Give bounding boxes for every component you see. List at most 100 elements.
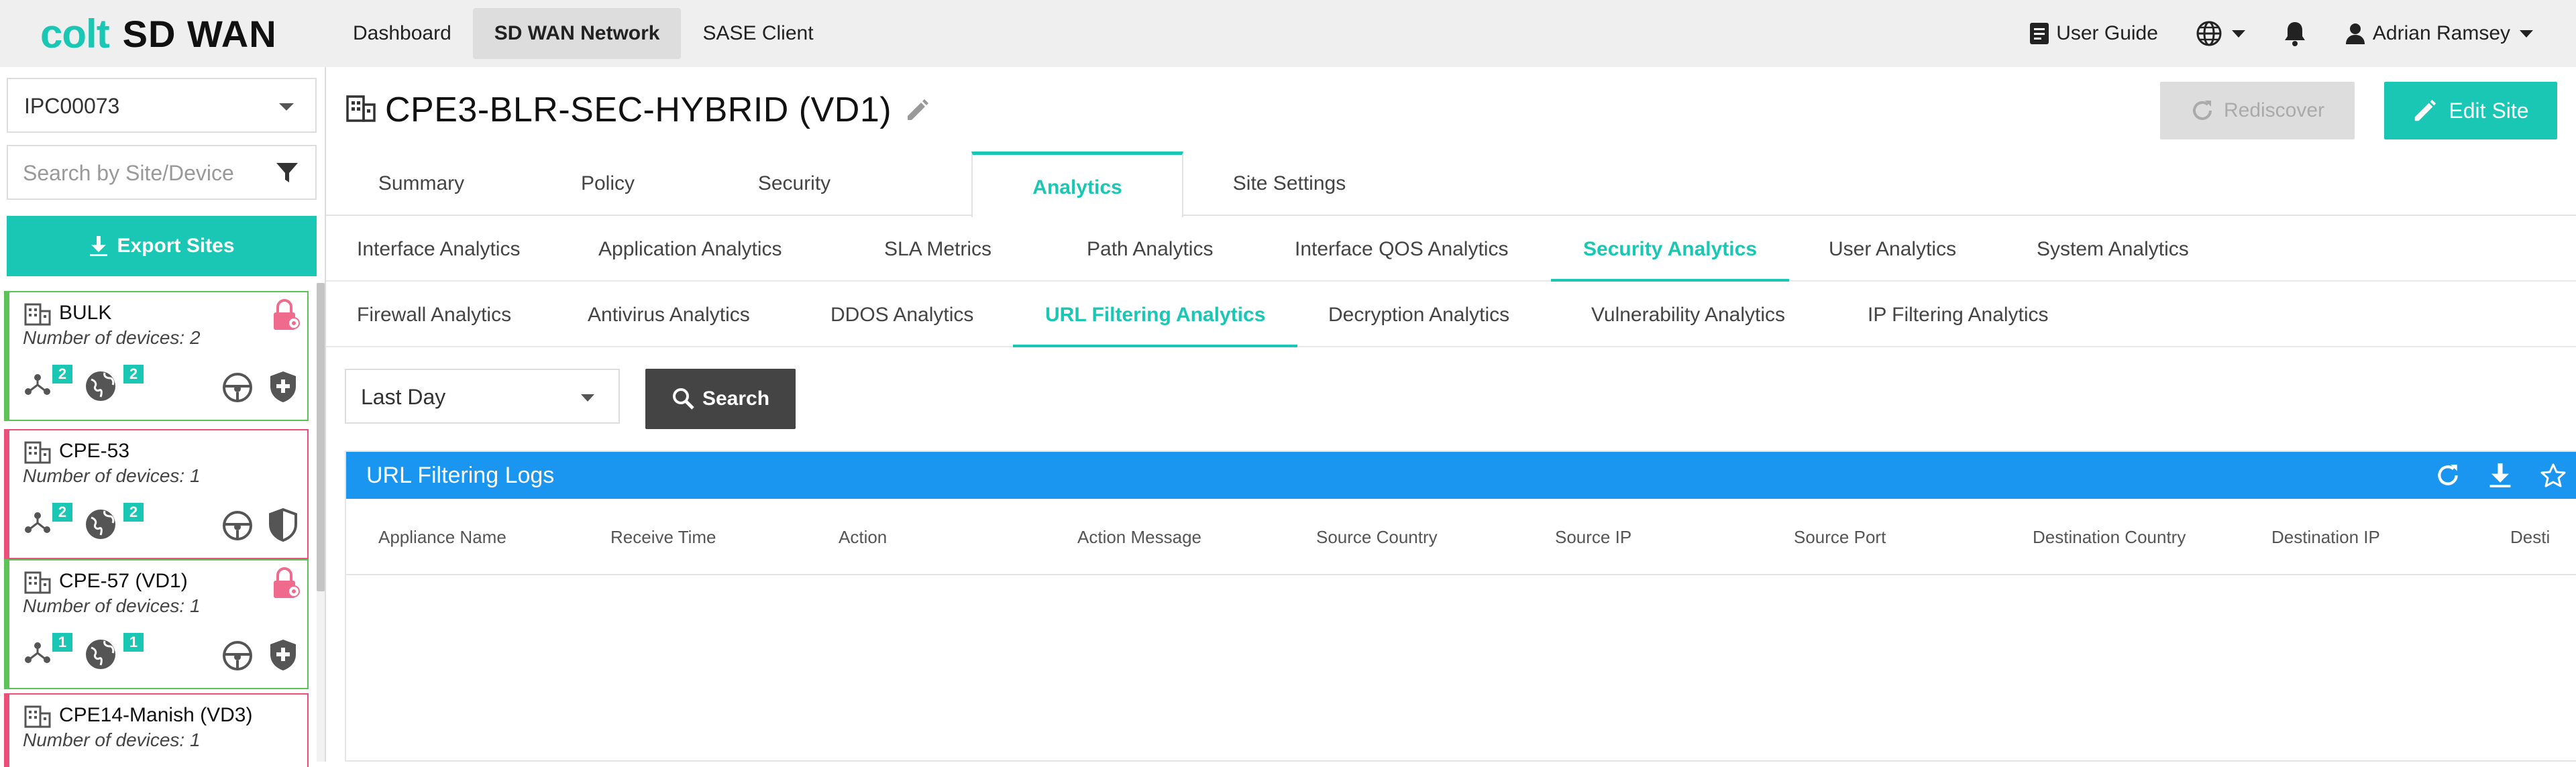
column-destination-truncated[interactable]: Desti <box>2510 499 2550 574</box>
top-right-controls: User Guide Adrian Ramsey <box>1992 0 2533 67</box>
building-icon <box>24 441 51 467</box>
tenant-select[interactable]: IPC00073 <box>7 78 317 133</box>
steering-wheel-icon <box>221 640 254 675</box>
rediscover-label: Rediscover <box>2223 99 2325 121</box>
chevron-down-icon <box>279 103 294 111</box>
lock-icon <box>271 567 301 603</box>
rediscover-button[interactable]: Rediscover <box>2160 82 2355 139</box>
colt-logo[interactable]: colt SD WAN <box>40 11 277 56</box>
security-analytics-tabs: Firewall Analytics Antivirus Analytics D… <box>326 283 2576 347</box>
main-nav: Dashboard SD WAN Network SASE Client <box>331 8 835 59</box>
shield-plus-icon <box>268 370 298 407</box>
nav-sd-wan-network[interactable]: SD WAN Network <box>472 8 682 59</box>
user-menu[interactable]: Adrian Ramsey <box>2345 22 2533 45</box>
site-name: BULK <box>59 302 112 324</box>
tab-policy[interactable]: Policy <box>527 152 688 216</box>
topology-icon <box>24 641 51 667</box>
column-destination-country[interactable]: Destination Country <box>2033 499 2186 574</box>
tab-interface-qos-analytics[interactable]: Interface QOS Analytics <box>1295 217 1508 282</box>
column-source-port[interactable]: Source Port <box>1794 499 1886 574</box>
column-source-country[interactable]: Source Country <box>1316 499 1438 574</box>
column-action-message[interactable]: Action Message <box>1077 499 1201 574</box>
building-icon <box>24 705 51 731</box>
column-appliance-name[interactable]: Appliance Name <box>378 499 506 574</box>
tab-path-analytics[interactable]: Path Analytics <box>1087 217 1213 282</box>
tab-sla-metrics[interactable]: SLA Metrics <box>884 217 991 282</box>
tab-url-filtering-analytics[interactable]: URL Filtering Analytics <box>1013 283 1298 347</box>
tab-security[interactable]: Security <box>714 152 875 216</box>
nav-dashboard[interactable]: Dashboard <box>331 8 473 59</box>
topology-count-badge: 2 <box>52 503 72 522</box>
tab-firewall-analytics[interactable]: Firewall Analytics <box>357 283 511 347</box>
tab-system-analytics[interactable]: System Analytics <box>2037 217 2189 282</box>
globe-icon <box>85 370 117 406</box>
tab-site-settings[interactable]: Site Settings <box>1209 152 1370 216</box>
edit-site-button[interactable]: Edit Site <box>2384 82 2557 139</box>
steering-wheel-icon <box>221 510 254 545</box>
user-name: Adrian Ramsey <box>2372 22 2510 44</box>
top-navigation-bar: colt SD WAN Dashboard SD WAN Network SAS… <box>0 0 2576 67</box>
url-filtering-logs-panel: URL Filtering Logs Appliance Name Receiv… <box>345 451 2576 762</box>
topology-count-badge: 1 <box>52 633 72 652</box>
tab-ddos-analytics[interactable]: DDOS Analytics <box>830 283 973 347</box>
internet-count-badge: 1 <box>123 633 144 652</box>
user-guide-label: User Guide <box>2056 22 2158 44</box>
edit-site-label: Edit Site <box>2449 98 2529 123</box>
logs-panel-title: URL Filtering Logs <box>366 463 555 488</box>
download-icon <box>90 236 108 256</box>
site-name: CPE14-Manish (VD3) <box>59 704 253 726</box>
tab-application-analytics[interactable]: Application Analytics <box>598 217 782 282</box>
topology-count-badge: 2 <box>52 365 72 384</box>
site-card[interactable]: CPE-57 (VD1) Number of devices: 1 1 1 <box>4 559 309 689</box>
column-action[interactable]: Action <box>839 499 887 574</box>
tab-interface-analytics[interactable]: Interface Analytics <box>357 217 520 282</box>
site-device-count: Number of devices: 2 <box>23 327 201 348</box>
export-sites-label: Export Sites <box>117 235 235 257</box>
language-menu[interactable] <box>2196 20 2245 47</box>
bell-icon <box>2283 20 2307 47</box>
export-sites-button[interactable]: Export Sites <box>7 216 317 276</box>
user-guide-link[interactable]: User Guide <box>2029 22 2158 45</box>
user-icon <box>2345 22 2366 45</box>
refresh-icon <box>2192 101 2212 120</box>
nav-sase-client[interactable]: SASE Client <box>681 8 835 59</box>
column-destination-ip[interactable]: Destination IP <box>2271 499 2380 574</box>
site-sidebar: IPC00073 Export Sites BULK Number of dev… <box>0 67 326 767</box>
document-icon <box>2029 22 2049 45</box>
product-name: SD WAN <box>122 12 277 55</box>
steering-wheel-icon <box>221 371 254 407</box>
site-device-count: Number of devices: 1 <box>23 465 201 486</box>
site-card[interactable]: CPE14-Manish (VD3) Number of devices: 1 <box>4 693 309 767</box>
site-tabs: Summary Policy Security Analytics Site S… <box>326 152 2576 217</box>
refresh-icon[interactable] <box>2435 463 2461 493</box>
page-title: CPE3-BLR-SEC-HYBRID (VD1) <box>385 91 892 129</box>
tab-ip-filtering-analytics[interactable]: IP Filtering Analytics <box>1868 283 2049 347</box>
sidebar-scroll-thumb[interactable] <box>317 283 325 591</box>
edit-title-icon[interactable] <box>904 97 930 127</box>
logs-panel-header: URL Filtering Logs <box>346 452 2576 499</box>
tab-security-analytics[interactable]: Security Analytics <box>1551 217 1789 282</box>
site-card[interactable]: CPE-53 Number of devices: 1 2 2 <box>4 429 309 559</box>
notifications-button[interactable] <box>2283 20 2307 47</box>
column-source-ip[interactable]: Source IP <box>1555 499 1631 574</box>
main-content: CPE3-BLR-SEC-HYBRID (VD1) Rediscover Edi… <box>326 67 2576 762</box>
site-search-input[interactable] <box>21 154 263 192</box>
search-button[interactable]: Search <box>645 369 796 429</box>
download-icon[interactable] <box>2487 463 2513 493</box>
star-icon[interactable] <box>2540 463 2567 493</box>
time-period-select[interactable]: Last Day <box>345 369 620 424</box>
tab-antivirus-analytics[interactable]: Antivirus Analytics <box>588 283 750 347</box>
tab-user-analytics[interactable]: User Analytics <box>1829 217 1956 282</box>
internet-count-badge: 2 <box>123 365 144 384</box>
tab-decryption-analytics[interactable]: Decryption Analytics <box>1328 283 1509 347</box>
globe-icon <box>85 638 117 674</box>
tab-vulnerability-analytics[interactable]: Vulnerability Analytics <box>1591 283 1785 347</box>
site-card[interactable]: BULK Number of devices: 2 2 2 <box>4 291 309 421</box>
shield-plus-icon <box>268 638 298 675</box>
globe-icon <box>2196 20 2222 47</box>
filter-icon[interactable] <box>275 161 299 188</box>
tab-analytics[interactable]: Analytics <box>971 152 1183 217</box>
tab-summary[interactable]: Summary <box>341 152 502 216</box>
column-receive-time[interactable]: Receive Time <box>610 499 716 574</box>
site-search <box>7 145 317 200</box>
